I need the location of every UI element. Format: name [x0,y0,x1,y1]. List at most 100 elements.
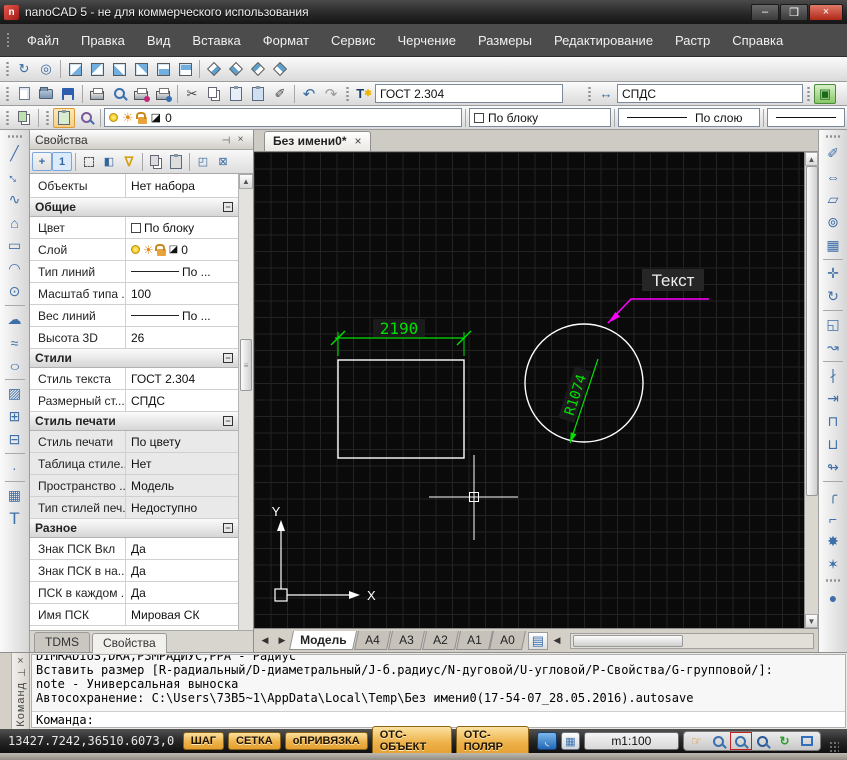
raster-tools-icon[interactable] [13,108,35,128]
plot-icon[interactable] [152,84,174,104]
dim-style-combo[interactable]: СПДС [617,84,803,103]
iso-sw-icon[interactable] [203,59,225,79]
toolbar-grip[interactable] [587,86,592,102]
text-style-combo[interactable]: ГОСТ 2.304 [375,84,563,103]
mirror-icon[interactable]: ⇔ [821,165,845,188]
selector-row[interactable]: Объекты Нет набора [30,174,238,198]
section-general[interactable]: Общие − [30,198,238,217]
page-setup-icon[interactable] [130,84,152,104]
layout-next-icon[interactable]: ▶ [274,632,290,650]
scroll-thumb[interactable]: ≡ [240,339,252,391]
stretch-icon[interactable]: ↝ [821,336,845,359]
scroll-thumb[interactable] [573,635,683,647]
chamfer-icon[interactable]: ⌐ [821,507,845,530]
copy-properties-icon[interactable] [146,152,166,171]
lineweight-combo[interactable] [767,108,845,127]
fillet-icon[interactable]: ╭ [821,484,845,507]
toolbar-grip[interactable] [5,110,10,126]
view-right-icon[interactable] [130,59,152,79]
trim-icon[interactable]: ∤ [821,364,845,387]
print-preview-icon[interactable] [108,84,130,104]
layer-lock-icon[interactable] [138,117,147,124]
layout-tab-model[interactable]: Модель [289,631,358,650]
filter-icon[interactable]: ∇ [119,152,139,171]
redo-icon[interactable]: ↷ [320,84,342,104]
spline-icon[interactable]: ≈ [3,331,27,354]
scroll-thumb[interactable] [806,166,818,496]
command-window[interactable]: DIMRADIUS,DRA,РЗМРАДИУС,РРА - Радиус Вст… [31,654,846,728]
open-file-icon[interactable] [35,84,57,104]
point-icon[interactable]: ∙ [3,456,27,479]
deselect-icon[interactable]: ⊠ [213,152,233,171]
revision-cloud-icon[interactable]: ☁ [3,308,27,331]
layout-tab-a2[interactable]: А2 [422,631,459,650]
paste-icon[interactable] [225,84,247,104]
select-objects-icon[interactable] [79,152,99,171]
text-icon[interactable]: T [3,507,27,530]
polyline-close-icon[interactable]: ⊓ [821,410,845,433]
print-icon[interactable] [86,84,108,104]
ellipse-icon[interactable]: ○ [0,354,31,377]
layout-list-icon[interactable]: ▤ [528,632,548,650]
menu-format[interactable]: Формат [252,28,320,53]
linetype-combo[interactable]: По слою [618,108,760,127]
table-icon[interactable]: ▦ [3,484,27,507]
view-top-icon[interactable] [64,59,86,79]
property-row[interactable]: Тип линий По ... [30,261,238,283]
hatch-icon[interactable]: ▨ [3,382,27,405]
explode-text-icon[interactable]: ✶ [821,553,845,576]
otrack-object-toggle[interactable]: ОТС-ОБЪЕКТ [372,726,452,756]
zoom-selected-icon[interactable] [753,733,773,749]
property-row[interactable]: Цвет По блоку [30,217,238,239]
invert-selection-icon[interactable]: ◧ [99,152,119,171]
menu-edit[interactable]: Правка [70,28,136,53]
add-selection-icon[interactable]: + [32,152,52,171]
iso-se-icon[interactable] [225,59,247,79]
close-button[interactable]: × [809,4,843,21]
toolbar-grip[interactable] [45,110,50,126]
resize-grip[interactable] [829,741,839,753]
zoom-selection-icon[interactable]: ◰ [193,152,213,171]
property-row[interactable]: Знак ПСК Вкл Да [30,538,238,560]
align-icon[interactable]: ▱ [821,188,845,211]
section-plot-style[interactable]: Стиль печати − [30,412,238,431]
layout-tab-a3[interactable]: А3 [388,631,425,650]
menu-insert[interactable]: Вставка [181,28,251,53]
toolbar-grip[interactable] [345,86,350,102]
copy-icon[interactable] [203,84,225,104]
menu-service[interactable]: Сервис [320,28,387,53]
pin-icon[interactable]: ⊤ [219,132,233,147]
brand-icon[interactable]: ▣ [814,84,836,104]
circle-icon[interactable]: ⊙ [3,280,27,303]
zoom-extents-icon[interactable] [797,733,817,749]
tab-properties[interactable]: Свойства [92,633,167,653]
render-sphere-icon[interactable]: ● [821,586,845,609]
lineweight-display-icon[interactable]: ◟ [537,732,556,750]
layout-prev-icon[interactable]: ◀ [257,632,273,650]
view-front-icon[interactable] [152,59,174,79]
color-combo[interactable]: По блоку [469,108,611,127]
quick-select-icon[interactable]: 1 [52,152,72,171]
properties-scrollbar[interactable]: ▲ ≡ [238,174,253,630]
extend-icon[interactable]: ⇥ [821,387,845,410]
paste-properties-icon[interactable] [166,152,186,171]
layer-combo[interactable]: ☀ ◪ 0 [104,108,462,127]
canvas-vscrollbar[interactable]: ▲ ▼ [804,152,818,628]
close-panel-icon[interactable]: × [233,133,248,147]
layout-tab-a0[interactable]: А0 [489,631,526,650]
pan-icon[interactable]: ☞ [687,733,707,749]
iso-nw-icon[interactable] [269,59,291,79]
make-block-icon[interactable]: ⊟ [3,428,27,451]
collapse-icon[interactable]: − [223,523,233,533]
menu-dimensions[interactable]: Размеры [467,28,543,53]
scroll-up-icon[interactable]: ▲ [805,152,818,166]
menu-raster[interactable]: Растр [664,28,721,53]
collapse-icon[interactable]: − [223,416,233,426]
property-row[interactable]: Имя ПСК Мировая СК [30,604,238,626]
toolbar-grip[interactable] [806,86,811,102]
undo-icon[interactable]: ↶ [298,84,320,104]
doc-tab[interactable]: Без имени0* × [264,131,371,151]
edit-polyline-icon[interactable]: ↬ [821,456,845,479]
zoom-window-icon[interactable] [731,733,751,749]
insert-block-icon[interactable]: ⊞ [3,405,27,428]
